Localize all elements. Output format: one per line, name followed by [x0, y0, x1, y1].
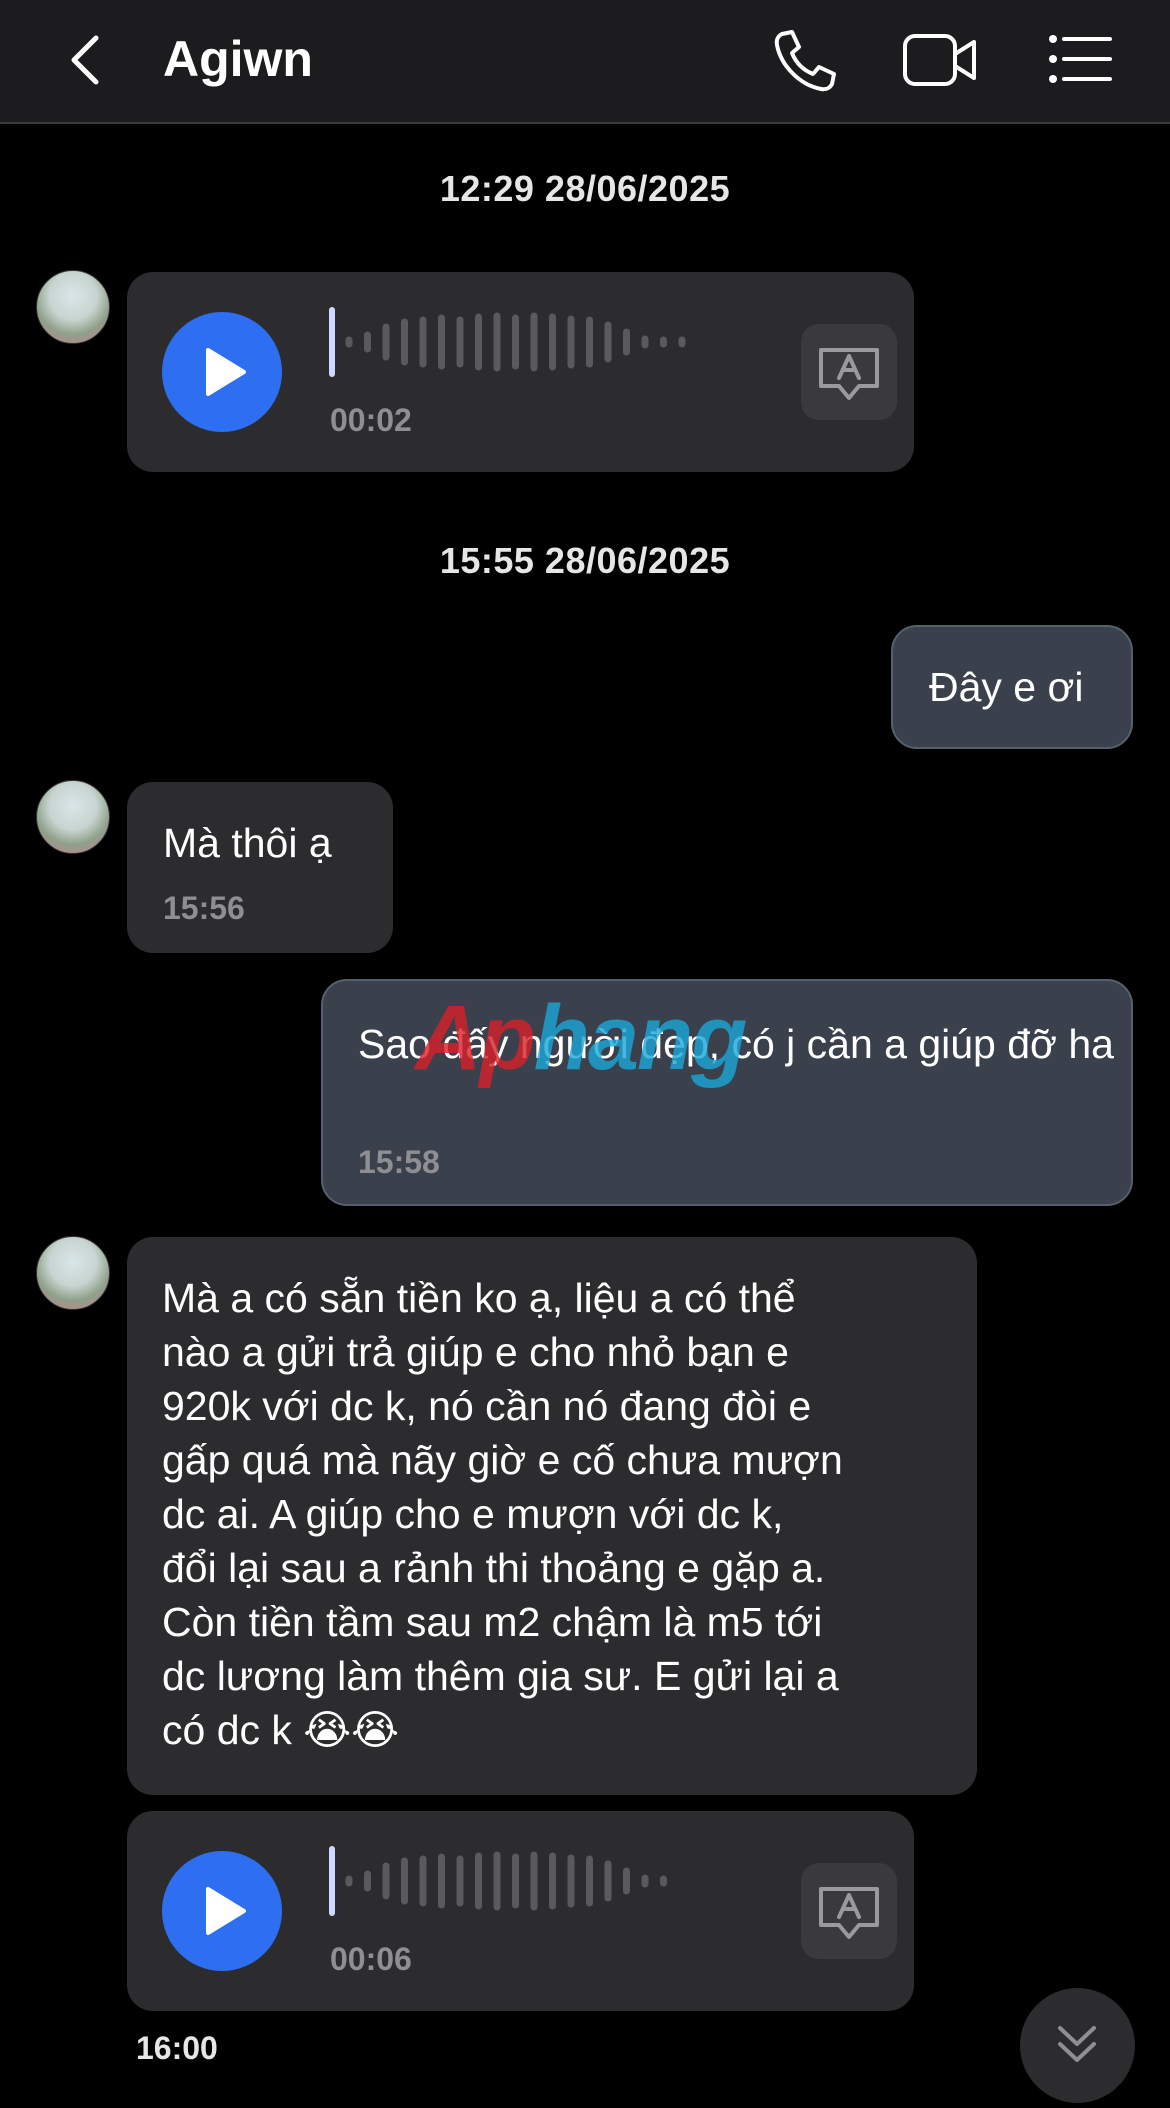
contact-name[interactable]: Agiwn [163, 30, 313, 88]
date-separator: 12:29 28/06/2025 [439, 168, 731, 209]
message-line: gấp quá mà nãy giờ e cố chưa mượn [162, 1437, 843, 1483]
message-line: dc ai. A giúp cho e mượn với dc k, [162, 1491, 784, 1537]
video-call-button[interactable] [902, 30, 978, 90]
play-button[interactable] [162, 1851, 282, 1971]
message-text: Đây e ơi [929, 664, 1084, 710]
avatar[interactable] [36, 780, 110, 854]
transcribe-button[interactable] [801, 324, 897, 420]
voice-message-bubble[interactable]: 00:06 [127, 1811, 914, 2011]
date-separator: 15:55 28/06/2025 [439, 540, 731, 581]
transcribe-icon [819, 348, 879, 400]
message-time: 15:56 [163, 890, 245, 926]
message-line: Mà a có sẵn tiền ko ạ, liệu a có thể [162, 1275, 796, 1321]
message-text: Mà a có sẵn tiền ko ạ, liệu a có thể nào… [162, 1271, 962, 1757]
message-time: 16:00 [136, 2030, 218, 2066]
back-button[interactable] [62, 30, 112, 90]
play-button[interactable] [162, 312, 282, 432]
phone-icon [774, 30, 836, 92]
message-line: đổi lại sau a rảnh thi thoảng e gặp a. [162, 1545, 826, 1591]
message-line: dc lương làm thêm gia sư. E gửi lại a [162, 1653, 839, 1699]
voice-duration: 00:06 [330, 1941, 412, 1977]
play-icon [206, 348, 246, 396]
scroll-to-bottom-button[interactable] [1020, 1988, 1135, 2103]
transcribe-icon [819, 1887, 879, 1939]
double-chevron-down-icon [1058, 2026, 1096, 2062]
message-line: nào a gửi trả giúp e cho nhỏ bạn e [162, 1329, 789, 1375]
message-line: Còn tiền tầm sau m2 chậm là m5 tới [162, 1599, 823, 1645]
list-menu-icon [1049, 35, 1112, 83]
avatar[interactable] [36, 270, 110, 344]
message-text: Mà thôi ạ [163, 820, 332, 866]
waveform[interactable] [327, 1841, 687, 1921]
watermark-logo: Aphang [415, 987, 747, 1089]
outgoing-message-bubble[interactable]: Đây e ơi [891, 625, 1133, 749]
avatar[interactable] [36, 1236, 110, 1310]
call-button[interactable] [768, 28, 838, 92]
message-time: 15:58 [358, 1144, 440, 1180]
options-menu-button[interactable] [1048, 34, 1112, 84]
message-line: có dc k 😭😭 [162, 1707, 400, 1753]
message-line: 920k với dc k, nó cần nó đang đòi e [162, 1383, 812, 1429]
incoming-message-bubble[interactable]: Mà a có sẵn tiền ko ạ, liệu a có thể nào… [127, 1237, 977, 1795]
video-camera-icon [903, 34, 976, 86]
incoming-message-bubble[interactable]: Mà thôi ạ 15:56 [127, 782, 393, 953]
voice-message-bubble[interactable]: 00:02 [127, 272, 914, 472]
back-chevron-icon [71, 35, 99, 85]
chat-header: Agiwn [0, 0, 1170, 124]
waveform[interactable] [327, 302, 687, 382]
transcribe-button[interactable] [801, 1863, 897, 1959]
voice-duration: 00:02 [330, 402, 412, 438]
play-icon [206, 1887, 246, 1935]
